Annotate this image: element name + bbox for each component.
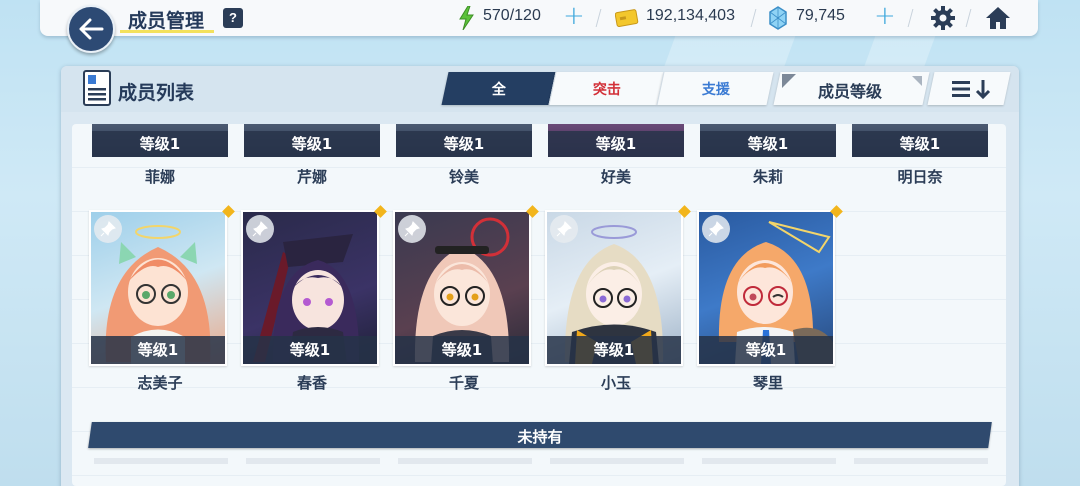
member-portrait: 等级1: [547, 212, 681, 364]
member-name: 朱莉: [752, 168, 783, 186]
sort-descending-icon: [952, 80, 991, 100]
level-label: 等级1: [244, 131, 380, 157]
member-name: 春香: [296, 374, 327, 392]
level-label: 等级1: [243, 336, 377, 364]
back-button[interactable]: [67, 5, 115, 53]
filter-tab-label: 全: [491, 81, 506, 98]
member-portrait: 等级1: [91, 212, 225, 364]
dropdown-corner-icon: [912, 76, 922, 86]
arrow-left-icon: [79, 18, 104, 40]
member-name: 明日奈: [897, 168, 943, 186]
pin-icon[interactable]: [550, 215, 578, 243]
filter-tab-label: 突击: [592, 81, 621, 98]
credit-card-icon: [615, 9, 639, 27]
member-card[interactable]: 等级1: [852, 124, 988, 157]
member-card[interactable]: 等级1: [241, 205, 387, 366]
member-name: 菲娜: [144, 168, 175, 186]
member-card[interactable]: 等级1: [393, 205, 539, 366]
filter-tab-label: 支援: [701, 81, 730, 98]
member-portrait: 等级1: [699, 212, 833, 364]
filter-tab-assault[interactable]: 突击: [548, 72, 664, 105]
member-name: 铃美: [448, 168, 479, 186]
level-label: 等级1: [395, 336, 529, 364]
filter-tab-all[interactable]: 全: [441, 72, 556, 105]
pin-icon[interactable]: [246, 215, 274, 243]
filter-tab-support[interactable]: 支援: [656, 72, 774, 105]
member-card[interactable]: 等级1: [92, 124, 228, 157]
level-label: 等级1: [396, 131, 532, 157]
home-icon[interactable]: [984, 5, 1012, 31]
unowned-card[interactable]: [854, 458, 988, 464]
level-label: 等级1: [699, 336, 833, 364]
pin-icon[interactable]: [702, 215, 730, 243]
unowned-card[interactable]: [246, 458, 380, 464]
add-stamina-button[interactable]: +: [563, 3, 585, 29]
unowned-card[interactable]: [702, 458, 836, 464]
level-label: 等级1: [700, 131, 836, 157]
not-owned-label: 未持有: [517, 428, 563, 446]
sort-select-label: 成员等级: [818, 82, 883, 101]
member-card[interactable]: 等级1: [697, 205, 843, 366]
level-label: 等级1: [547, 336, 681, 364]
member-list-icon: [83, 70, 111, 106]
pin-icon[interactable]: [94, 215, 122, 243]
member-portrait: 等级1: [243, 212, 377, 364]
pyroxene-gem-icon: [769, 6, 787, 30]
member-name: 小玉: [600, 374, 631, 392]
member-card[interactable]: 等级1: [545, 205, 691, 366]
level-label: 等级1: [548, 131, 684, 157]
level-label: 等级1: [91, 336, 225, 364]
member-card[interactable]: 等级1: [548, 124, 684, 157]
member-name: 琴里: [752, 374, 783, 392]
member-card[interactable]: 等级1: [244, 124, 380, 157]
page-title: 成员管理: [128, 10, 205, 32]
pin-icon[interactable]: [398, 215, 426, 243]
member-card[interactable]: 等级1: [396, 124, 532, 157]
lightning-icon: [459, 6, 474, 30]
add-pyroxene-button[interactable]: +: [874, 3, 896, 29]
member-name: 芹娜: [296, 168, 327, 186]
member-name: 志美子: [137, 374, 183, 392]
help-button[interactable]: ?: [223, 8, 243, 28]
sort-filter-icon: [782, 74, 796, 88]
stamina-value: 570/120: [483, 7, 541, 24]
level-label: 等级1: [92, 131, 228, 157]
level-label: 等级1: [852, 131, 988, 157]
gear-icon[interactable]: [930, 5, 956, 31]
unowned-card[interactable]: [398, 458, 532, 464]
member-portrait: 等级1: [395, 212, 529, 364]
panel-title: 成员列表: [118, 82, 195, 104]
credits-value: 192,134,403: [646, 7, 735, 24]
unowned-card[interactable]: [550, 458, 684, 464]
member-name: 千夏: [448, 374, 479, 392]
pyroxene-value: 79,745: [796, 7, 845, 24]
title-underline: [120, 30, 214, 33]
member-name: 好美: [600, 168, 631, 186]
member-card[interactable]: 等级1: [89, 205, 235, 366]
unowned-card[interactable]: [94, 458, 228, 464]
member-card[interactable]: 等级1: [700, 124, 836, 157]
